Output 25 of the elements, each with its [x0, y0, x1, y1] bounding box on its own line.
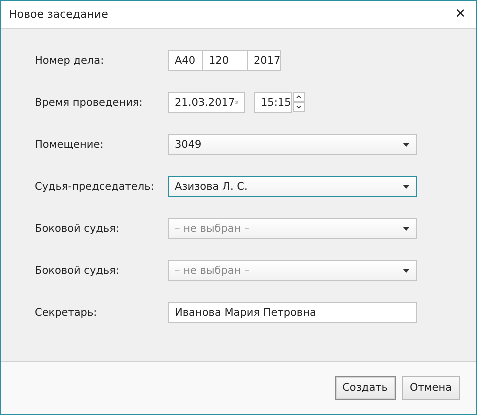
- field-label: Боковой судья:: [35, 264, 120, 276]
- date-field[interactable]: 21.03.2017: [168, 92, 245, 113]
- dropdown-caret-icon: [403, 184, 410, 188]
- dropdown-caret-icon: [403, 268, 410, 272]
- window-title: Новое заседание: [9, 8, 108, 21]
- field-label: Секретарь:: [35, 306, 98, 318]
- case-number-field[interactable]: 120: [202, 50, 248, 71]
- field-label: Номер дела:: [35, 54, 106, 66]
- field-label: Боковой судья:: [35, 222, 120, 234]
- dialog-button[interactable]: Создать: [334, 376, 396, 400]
- case-number-field[interactable]: 2017: [247, 50, 281, 71]
- close-button[interactable]: ✕: [453, 7, 468, 22]
- dropdown[interactable]: 3049: [168, 134, 417, 155]
- dialog-button[interactable]: Отмена: [402, 376, 460, 400]
- dropdown[interactable]: Азизова Л. С.: [168, 176, 417, 197]
- field-label: Помещение:: [35, 138, 105, 150]
- spin-down-icon[interactable]: [293, 102, 305, 112]
- spin-up-icon[interactable]: [293, 92, 305, 102]
- time-field[interactable]: 15:15: [254, 92, 292, 113]
- dropdown-caret-icon: [403, 226, 410, 230]
- text-field[interactable]: Иванова Мария Петровна: [168, 302, 417, 323]
- field-label: Время проведения:: [35, 96, 144, 108]
- case-number-field[interactable]: А40: [168, 50, 203, 71]
- dropdown-caret-icon: [403, 142, 410, 146]
- field-label: Судья-председатель:: [35, 180, 156, 192]
